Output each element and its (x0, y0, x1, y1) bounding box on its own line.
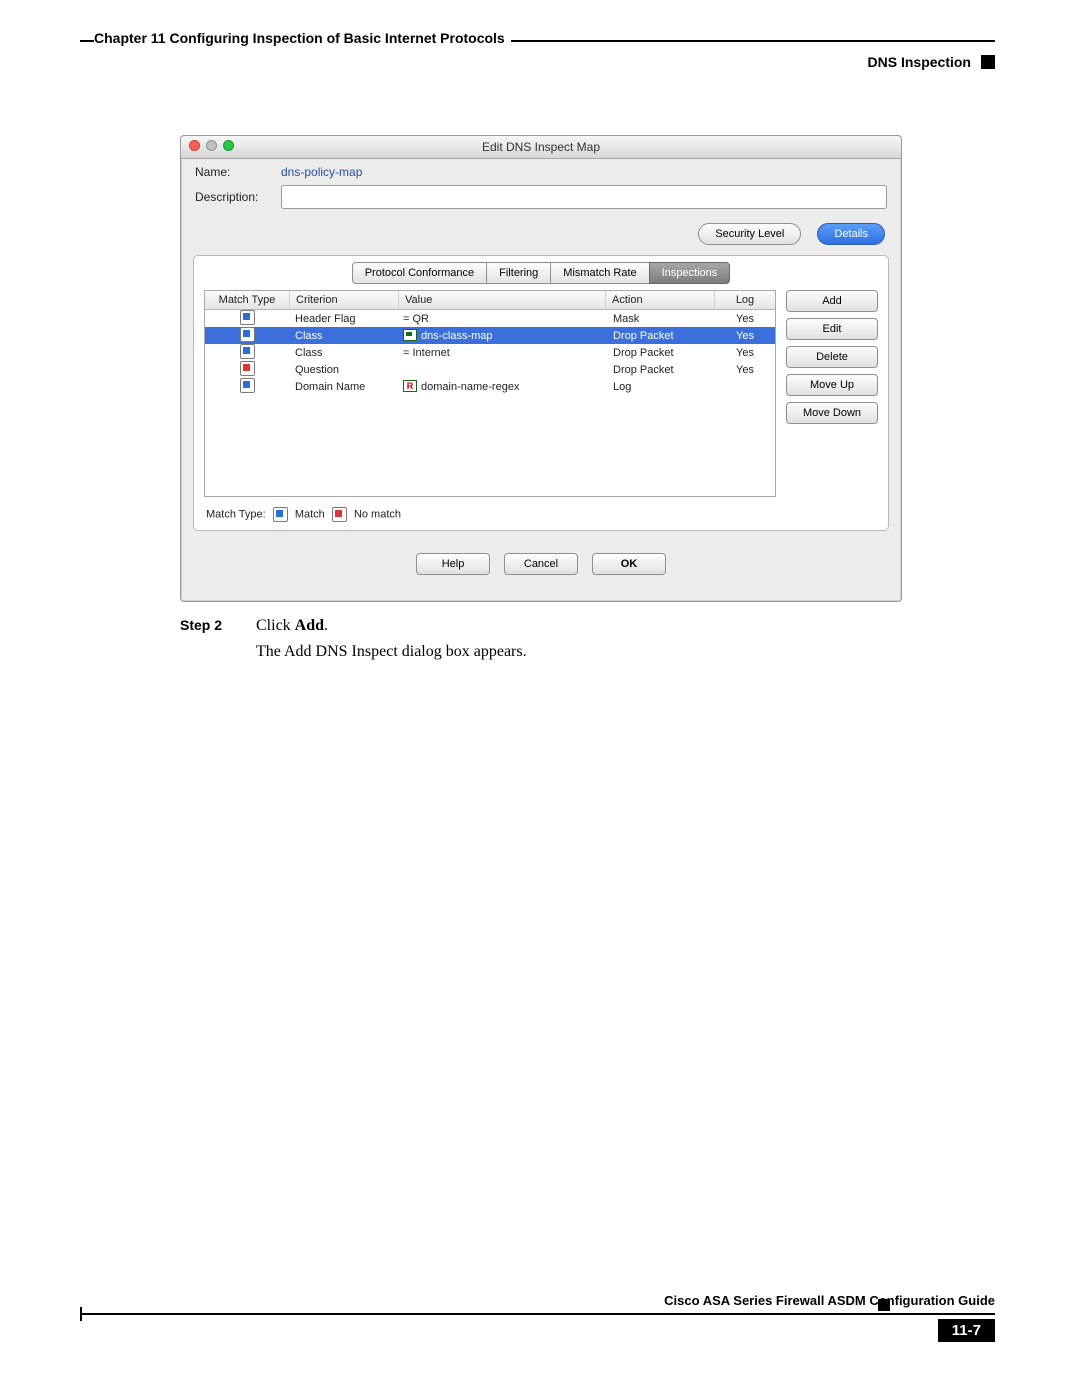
cell-action: Drop Packet (607, 345, 715, 361)
match-icon (240, 344, 255, 359)
step-text-c: . (324, 617, 328, 634)
dialog-buttons: Help Cancel OK (181, 541, 901, 589)
security-level-button[interactable]: Security Level (698, 223, 801, 245)
regex-icon: R (403, 380, 417, 392)
guide-title: Cisco ASA Series Firewall ASDM Configura… (664, 1293, 995, 1308)
move-up-button[interactable]: Move Up (786, 374, 878, 396)
step-label: Step 2 (180, 615, 228, 637)
move-down-button[interactable]: Move Down (786, 402, 878, 424)
titlebar: Edit DNS Inspect Map (181, 136, 901, 159)
legend-prefix: Match Type: (206, 508, 266, 520)
traffic-lights (189, 140, 234, 151)
cell-criterion: Question (289, 362, 397, 378)
cell-action: Drop Packet (607, 362, 715, 378)
tab-protocol-conformance[interactable]: Protocol Conformance (352, 262, 487, 284)
match-icon (273, 507, 288, 522)
table-body: Header Flag= QRMaskYesClassdns-class-map… (205, 310, 775, 496)
col-criterion: Criterion (290, 291, 399, 309)
tab-mismatch-rate[interactable]: Mismatch Rate (550, 262, 649, 284)
table-row[interactable]: Question Drop PacketYes (205, 361, 775, 378)
cell-value: = QR (397, 311, 607, 327)
ok-button[interactable]: OK (592, 553, 666, 575)
cell-criterion: Class (289, 328, 397, 344)
dialog-window: Edit DNS Inspect Map Name: dns-policy-ma… (180, 135, 902, 602)
window-title: Edit DNS Inspect Map (181, 136, 901, 158)
side-buttons: Add Edit Delete Move Up Move Down (786, 290, 878, 497)
body-text: Step 2 Click Add. The Add DNS Inspect di… (180, 615, 970, 662)
section-title: DNS Inspection (868, 54, 971, 70)
step-text: Click Add. (256, 615, 328, 637)
cell-action: Log (607, 379, 715, 395)
no-match-icon (332, 507, 347, 522)
class-map-icon (403, 329, 417, 341)
description-label: Description: (195, 190, 273, 204)
help-button[interactable]: Help (416, 553, 490, 575)
description-input[interactable] (281, 185, 887, 209)
mode-buttons: Security Level Details (181, 209, 901, 255)
page-number: 11-7 (938, 1319, 995, 1342)
cell-log: Yes (715, 362, 775, 378)
chapter-title: Chapter 11 Configuring Inspection of Bas… (94, 30, 511, 46)
table-row[interactable]: Domain NameRdomain-name-regexLog (205, 378, 775, 395)
match-type-legend: Match Type: Match No match (194, 503, 888, 530)
cell-criterion: Class (289, 345, 397, 361)
tab-bar: Protocol Conformance Filtering Mismatch … (194, 262, 888, 284)
step-text-a: Click (256, 617, 295, 634)
add-button[interactable]: Add (786, 290, 878, 312)
col-action: Action (606, 291, 715, 309)
cell-action: Mask (607, 311, 715, 327)
col-log: Log (715, 291, 775, 309)
no-match-icon (240, 361, 255, 376)
minimize-icon[interactable] (206, 140, 217, 151)
cell-value: Rdomain-name-regex (397, 379, 607, 395)
step-text-add: Add (295, 617, 324, 634)
name-row: Name: dns-policy-map (181, 159, 901, 179)
header-square-icon (981, 55, 995, 69)
col-match-type: Match Type (205, 291, 290, 309)
section-wrap: DNS Inspection (868, 54, 995, 70)
footer-rule (80, 1313, 995, 1315)
tab-inspections[interactable]: Inspections (649, 262, 731, 284)
cell-value: dns-class-map (397, 328, 607, 344)
grid-area: Match Type Criterion Value Action Log He… (194, 290, 888, 503)
page-footer: Cisco ASA Series Firewall ASDM Configura… (80, 1313, 995, 1357)
inspections-table[interactable]: Match Type Criterion Value Action Log He… (204, 290, 776, 497)
name-label: Name: (195, 165, 273, 179)
zoom-icon[interactable] (223, 140, 234, 151)
tab-filtering[interactable]: Filtering (486, 262, 551, 284)
cell-log: Yes (715, 345, 775, 361)
table-row[interactable]: Header Flag= QRMaskYes (205, 310, 775, 327)
details-button[interactable]: Details (817, 223, 885, 245)
description-row: Description: (181, 179, 901, 209)
table-header: Match Type Criterion Value Action Log (205, 291, 775, 310)
table-row[interactable]: Class= InternetDrop PacketYes (205, 344, 775, 361)
table-row[interactable]: Classdns-class-mapDrop PacketYes (205, 327, 775, 344)
cell-criterion: Domain Name (289, 379, 397, 395)
cell-log (715, 385, 775, 389)
cell-value (397, 368, 607, 372)
match-icon (240, 378, 255, 393)
cancel-button[interactable]: Cancel (504, 553, 578, 575)
step-result: The Add DNS Inspect dialog box appears. (256, 641, 970, 663)
match-icon (240, 310, 255, 325)
details-panel: Protocol Conformance Filtering Mismatch … (193, 255, 889, 531)
edit-button[interactable]: Edit (786, 318, 878, 340)
match-icon (240, 327, 255, 342)
cell-log: Yes (715, 328, 775, 344)
legend-nomatch: No match (354, 508, 401, 520)
cell-log: Yes (715, 311, 775, 327)
cell-action: Drop Packet (607, 328, 715, 344)
col-value: Value (399, 291, 606, 309)
cell-criterion: Header Flag (289, 311, 397, 327)
delete-button[interactable]: Delete (786, 346, 878, 368)
step-row: Step 2 Click Add. (180, 615, 970, 637)
legend-match: Match (295, 508, 325, 520)
name-value: dns-policy-map (281, 165, 362, 179)
page-header: Chapter 11 Configuring Inspection of Bas… (80, 30, 995, 85)
cell-value: = Internet (397, 345, 607, 361)
close-icon[interactable] (189, 140, 200, 151)
